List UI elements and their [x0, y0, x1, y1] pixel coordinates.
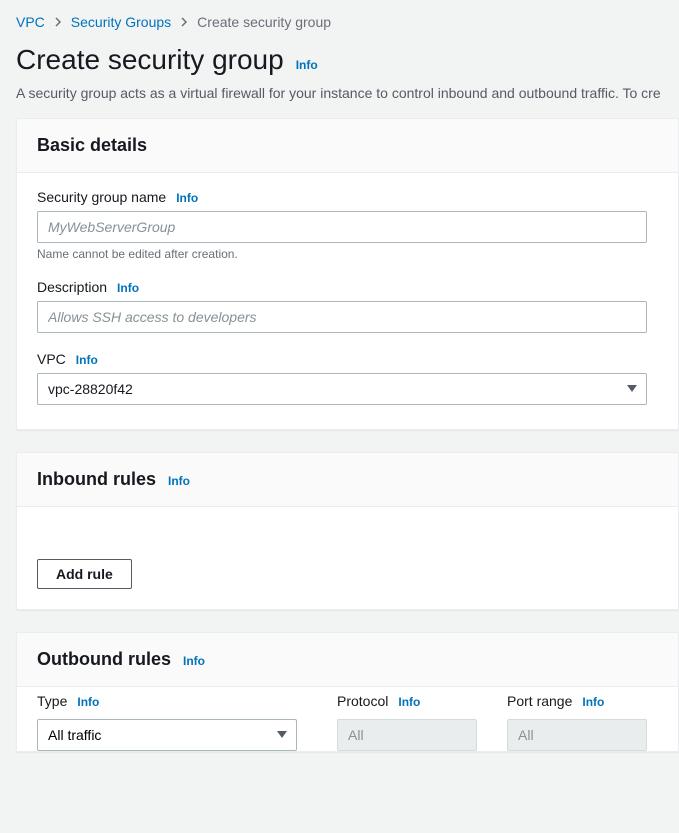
- page-info-link[interactable]: Info: [296, 58, 318, 72]
- basic-details-panel: Basic details Security group name Info N…: [16, 118, 679, 430]
- breadcrumb: VPC Security Groups Create security grou…: [0, 0, 679, 36]
- description-input[interactable]: [37, 301, 647, 333]
- outbound-rules-info[interactable]: Info: [183, 654, 205, 668]
- outbound-rules-header: Outbound rules: [37, 649, 171, 670]
- page-header: Create security group Info A security gr…: [0, 36, 679, 118]
- breadcrumb-security-groups[interactable]: Security Groups: [71, 14, 171, 30]
- page-description: A security group acts as a virtual firew…: [16, 84, 663, 104]
- page-title: Create security group: [16, 44, 284, 76]
- vpc-field: VPC Info vpc-28820f42: [37, 351, 658, 405]
- vpc-label: VPC: [37, 351, 66, 367]
- security-group-name-input[interactable]: [37, 211, 647, 243]
- security-group-name-field: Security group name Info Name cannot be …: [37, 189, 658, 261]
- outbound-portrange-label: Port range: [507, 693, 572, 709]
- outbound-type-info[interactable]: Info: [77, 695, 99, 709]
- outbound-type-select[interactable]: All traffic: [37, 719, 297, 751]
- outbound-protocol-column: Protocol Info All: [337, 693, 477, 751]
- outbound-type-label: Type: [37, 693, 67, 709]
- chevron-right-icon: [53, 17, 63, 27]
- inbound-rules-panel: Inbound rules Info Add rule: [16, 452, 679, 610]
- outbound-rules-panel: Outbound rules Info Type Info All traffi…: [16, 632, 679, 752]
- description-field: Description Info: [37, 279, 658, 333]
- outbound-portrange-input: All: [507, 719, 647, 751]
- breadcrumb-current: Create security group: [197, 14, 331, 30]
- security-group-name-info[interactable]: Info: [176, 191, 198, 205]
- vpc-info[interactable]: Info: [76, 353, 98, 367]
- outbound-portrange-info[interactable]: Info: [582, 695, 604, 709]
- breadcrumb-vpc[interactable]: VPC: [16, 14, 45, 30]
- security-group-name-help: Name cannot be edited after creation.: [37, 247, 658, 261]
- basic-details-header: Basic details: [37, 135, 147, 156]
- outbound-type-column: Type Info All traffic: [37, 693, 307, 751]
- chevron-right-icon: [179, 17, 189, 27]
- vpc-select[interactable]: vpc-28820f42: [37, 373, 647, 405]
- add-rule-button[interactable]: Add rule: [37, 559, 132, 589]
- inbound-rules-header: Inbound rules: [37, 469, 156, 490]
- inbound-rules-info[interactable]: Info: [168, 474, 190, 488]
- security-group-name-label: Security group name: [37, 189, 166, 205]
- outbound-protocol-label: Protocol: [337, 693, 388, 709]
- description-label: Description: [37, 279, 107, 295]
- outbound-protocol-info[interactable]: Info: [398, 695, 420, 709]
- description-info[interactable]: Info: [117, 281, 139, 295]
- outbound-protocol-input: All: [337, 719, 477, 751]
- outbound-portrange-column: Port range Info All: [507, 693, 647, 751]
